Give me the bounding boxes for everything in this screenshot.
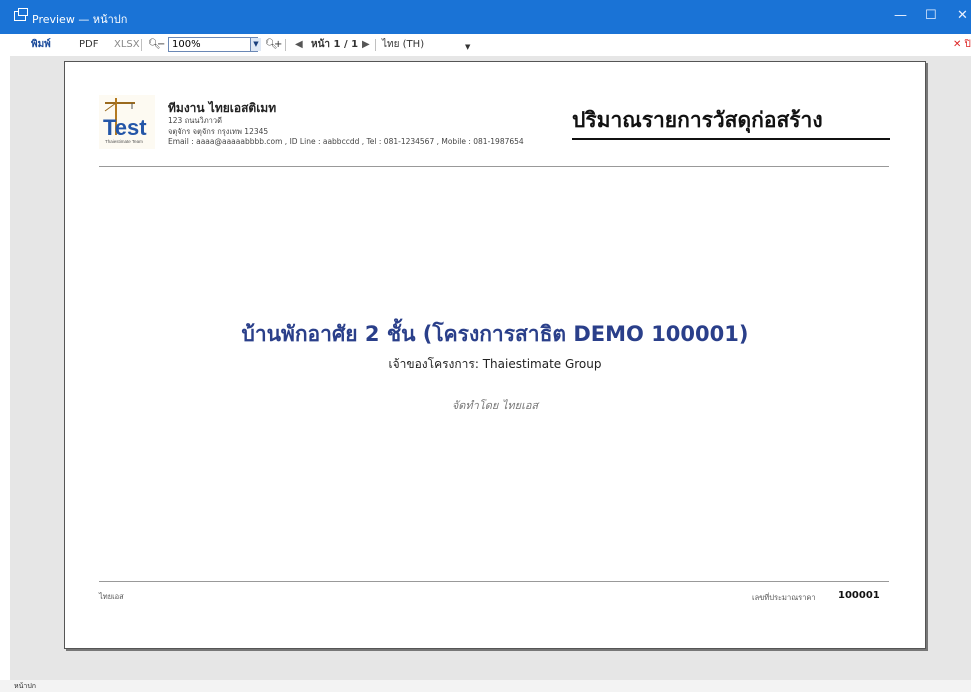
toolbar-divider — [141, 39, 142, 51]
project-title: บ้านพักอาศัย 2 ชั้น (โครงการสาธิต DEMO 1… — [241, 322, 749, 346]
estimate-number-label: เลขที่ประมาณราคา — [752, 593, 816, 602]
prepared-by: จัดทำโดย ไทยเอส — [451, 399, 539, 412]
status-bar: หน้าปก — [0, 680, 971, 692]
contact-line: Email : aaaa@aaaaabbbb.com , ID Line : a… — [168, 137, 524, 146]
previous-page-button[interactable]: ◀ — [295, 39, 303, 51]
language-value: ไทย (TH) — [382, 39, 425, 50]
zoom-input[interactable]: 100% — [168, 37, 258, 52]
project-owner: เจ้าของโครงการ: Thaiestimate Group — [388, 357, 602, 371]
chevron-down-icon: ▼ — [465, 43, 471, 51]
page-indicator: หน้า 1 / 1 — [311, 39, 359, 50]
xlsx-label: XLSX — [114, 39, 140, 50]
status-text: หน้าปก — [14, 682, 37, 690]
estimate-number: 100001 — [838, 590, 880, 601]
pdf-label: PDF — [79, 39, 99, 50]
zoom-out-label: − — [157, 39, 166, 50]
toolbar-divider — [375, 39, 376, 51]
logo-text: Test — [103, 115, 147, 140]
close-window-button[interactable]: ✕ — [957, 8, 968, 24]
preview-app-icon — [14, 8, 28, 21]
report-title: ปริมาณรายการวัสดุก่อสร้าง — [572, 104, 890, 140]
zoom-in-label: + — [274, 39, 283, 50]
next-page-button[interactable]: ▶ — [362, 39, 370, 51]
logo-subtext: Thaiestimate Team — [105, 139, 143, 144]
header-divider — [99, 166, 889, 167]
preview-toolbar: พิมพ์ PDF XLSX 🔍︎ − 🔍︎ + ◀ หน้า 1 / 1 ▶ … — [0, 34, 971, 84]
print-label: พิมพ์ — [31, 39, 51, 50]
zoom-dropdown-icon[interactable]: ▼ — [250, 38, 261, 51]
window-titlebar: Preview — หน้าปก — ☐ ✕ — [0, 0, 971, 34]
footer-divider — [99, 581, 889, 582]
window-title: Preview — หน้าปก — [32, 13, 128, 26]
minimize-button[interactable]: — — [894, 8, 907, 24]
close-preview-button[interactable]: ✕ ปิด — [953, 39, 971, 51]
footer-company: ไทยเอส — [99, 592, 124, 601]
company-logo: Test Thaiestimate Team — [99, 95, 155, 149]
toolbar-divider — [285, 39, 286, 51]
maximize-button[interactable]: ☐ — [925, 8, 937, 24]
